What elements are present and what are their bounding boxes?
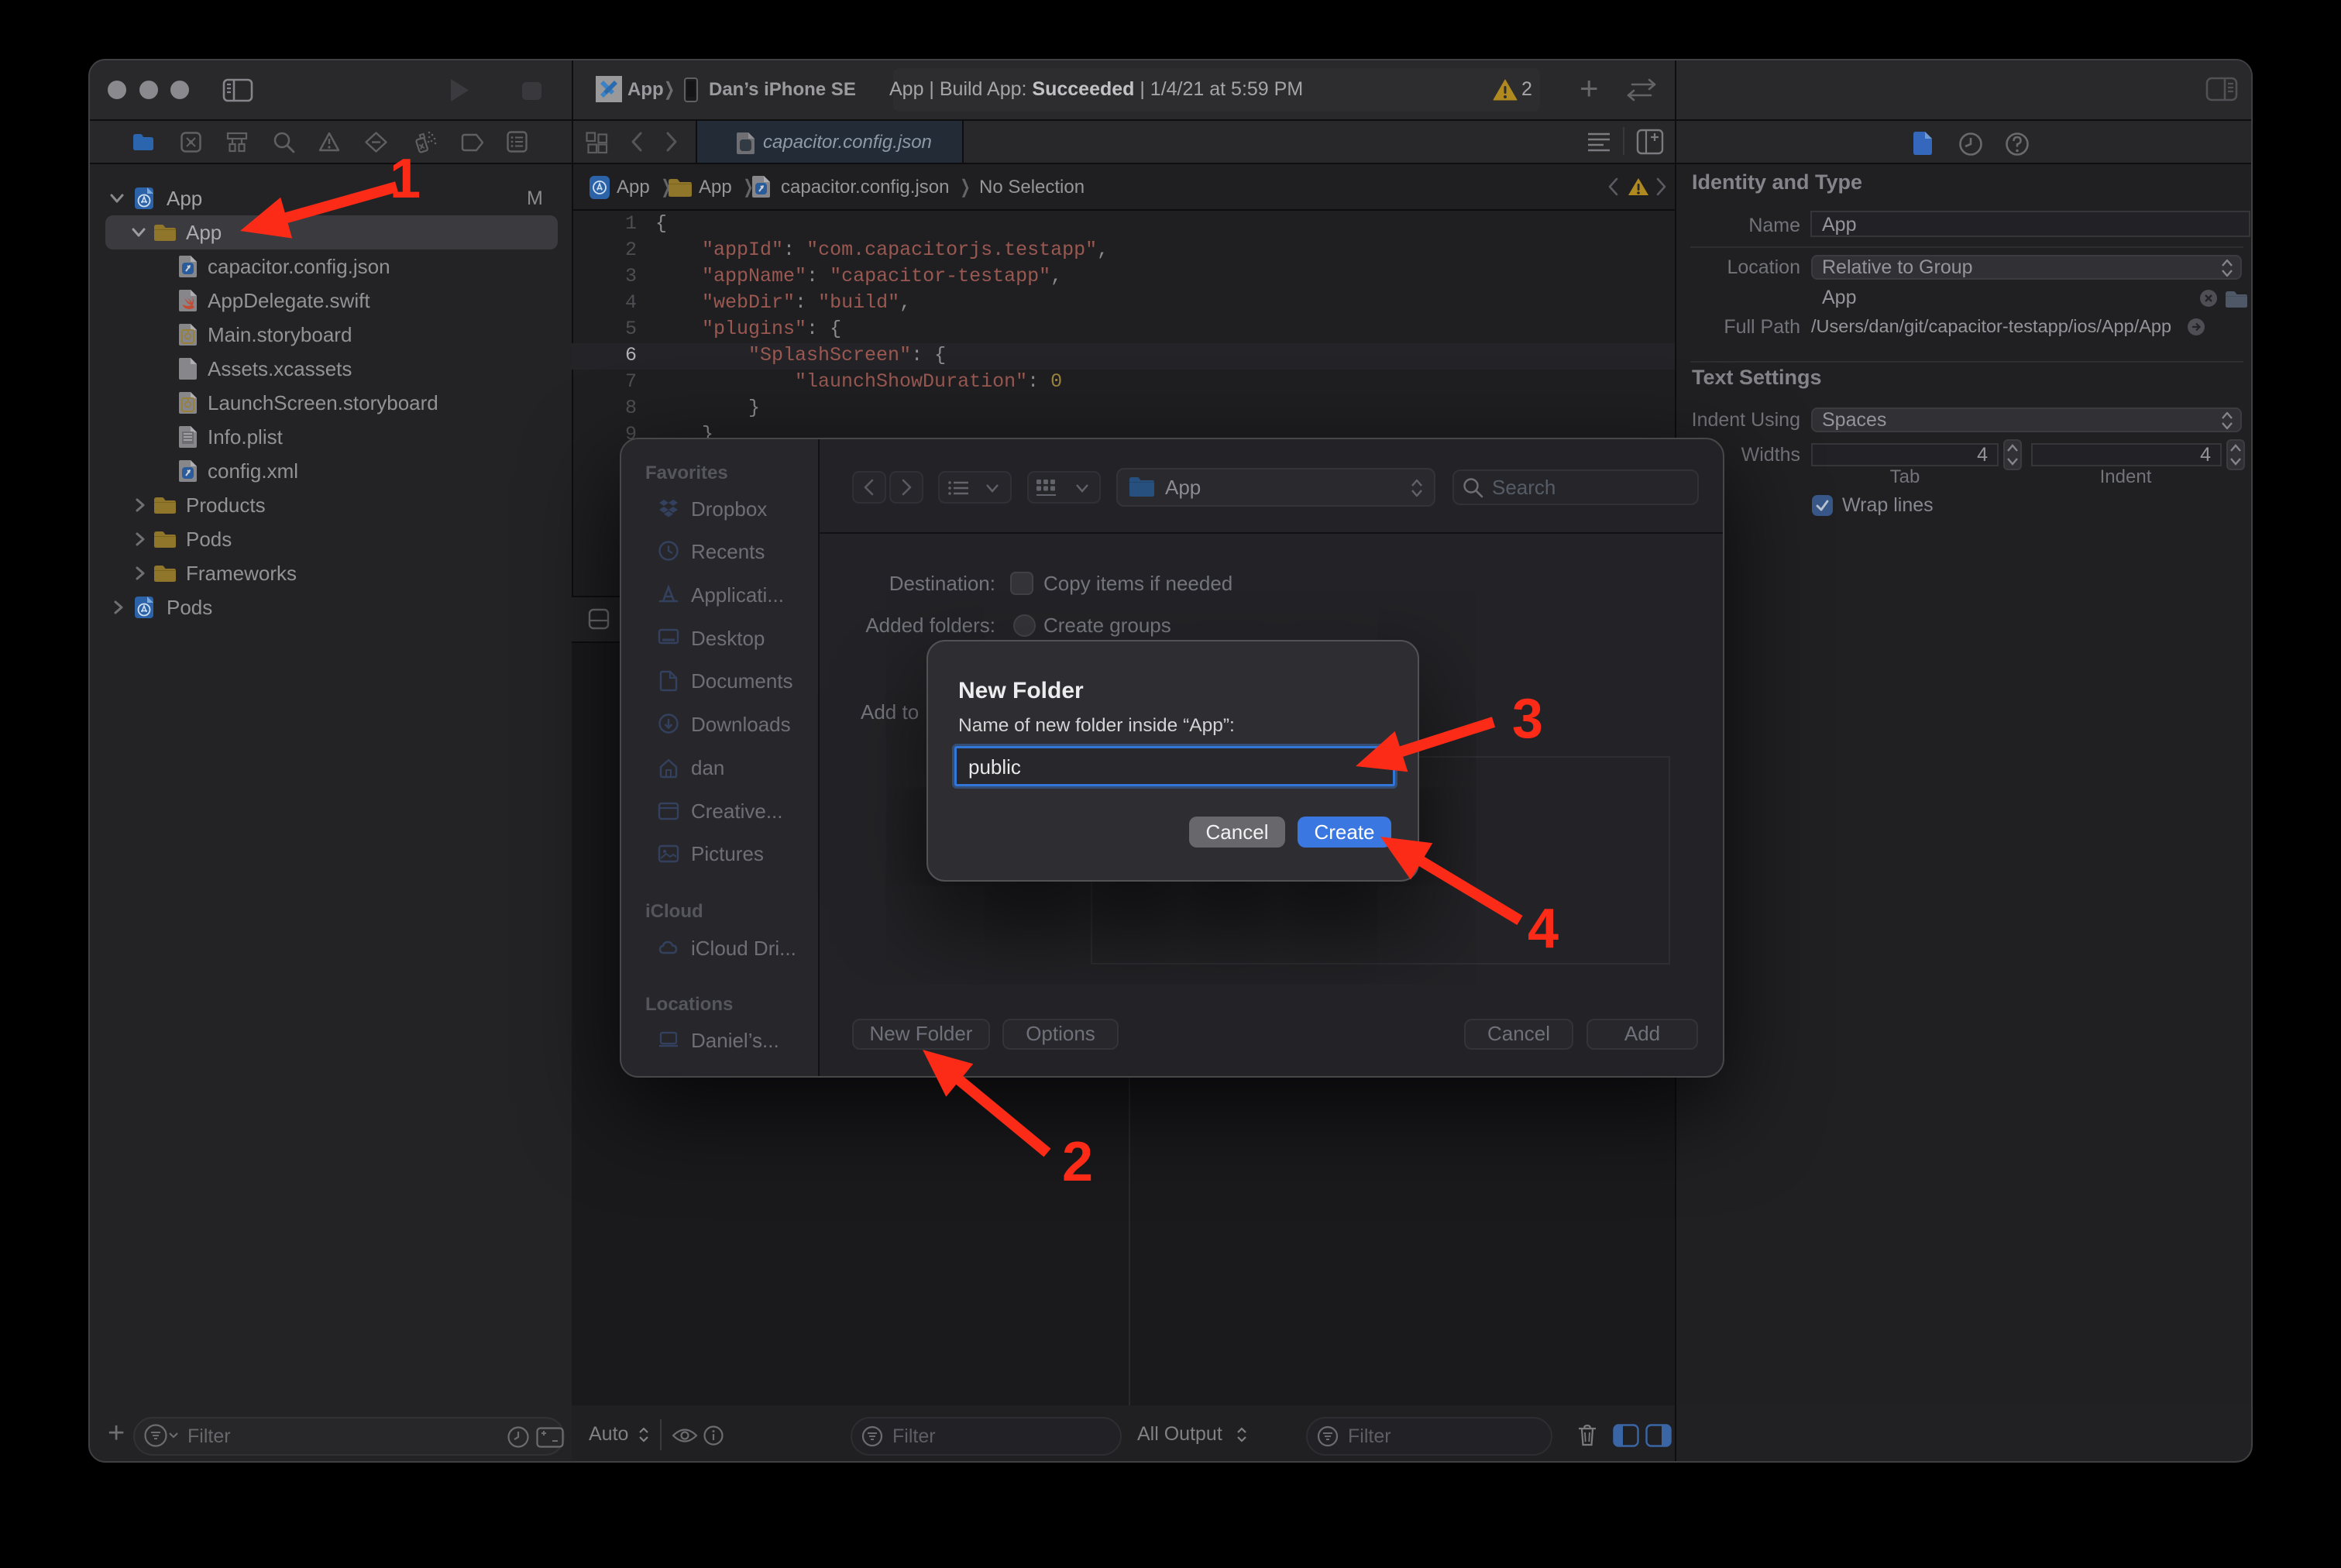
svg-text:3: 3 [1512, 688, 1543, 750]
svg-text:2: 2 [1062, 1131, 1093, 1193]
svg-text:1: 1 [390, 148, 421, 210]
svg-text:4: 4 [1528, 898, 1559, 960]
